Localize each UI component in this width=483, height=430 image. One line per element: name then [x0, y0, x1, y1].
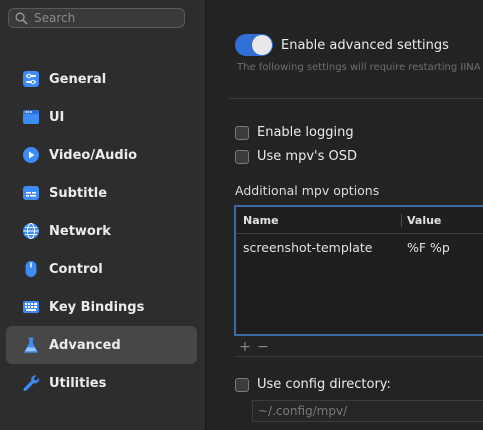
option-value-cell[interactable]: %F %p: [402, 240, 450, 255]
sidebar-item-label: Control: [49, 261, 103, 277]
use-config-dir-row[interactable]: Use config directory:: [235, 377, 391, 392]
mpv-options-label: Additional mpv options: [235, 183, 380, 198]
config-dir-input[interactable]: [258, 404, 478, 418]
use-mpv-osd-checkbox[interactable]: [235, 149, 249, 164]
option-name-cell[interactable]: screenshot-template: [236, 240, 402, 255]
sidebar-item-ui[interactable]: UI: [0, 98, 206, 136]
divider: [229, 98, 483, 99]
enable-advanced-toggle[interactable]: [235, 34, 273, 56]
use-mpv-osd-row[interactable]: Use mpv's OSD: [235, 149, 357, 164]
mpv-options-table[interactable]: Name Value screenshot-template %F %p: [234, 205, 483, 336]
sidebar-item-label: Network: [49, 223, 111, 239]
control-icon: [22, 260, 40, 278]
use-mpv-osd-label: Use mpv's OSD: [257, 149, 358, 164]
subtitle-icon: [22, 184, 40, 202]
sidebar-nav: General UI Video/Audio Subtitle Network: [0, 60, 206, 402]
column-header-value[interactable]: Value: [402, 214, 441, 227]
use-config-dir-label: Use config directory:: [257, 377, 391, 392]
sidebar-item-label: Utilities: [49, 375, 107, 391]
sidebar-item-general[interactable]: General: [0, 60, 206, 98]
utilities-icon: [22, 374, 40, 392]
network-icon: [22, 222, 40, 240]
sidebar: General UI Video/Audio Subtitle Network: [0, 0, 206, 430]
sidebar-item-subtitle[interactable]: Subtitle: [0, 174, 206, 212]
sidebar-item-control[interactable]: Control: [0, 250, 206, 288]
sidebar-item-video-audio[interactable]: Video/Audio: [0, 136, 206, 174]
sidebar-item-label: Advanced: [49, 337, 121, 353]
sidebar-item-network[interactable]: Network: [0, 212, 206, 250]
sidebar-item-label: General: [49, 71, 107, 87]
sidebar-item-label: Key Bindings: [49, 299, 145, 315]
search-icon: [15, 12, 28, 24]
sidebar-item-label: UI: [49, 109, 65, 125]
config-dir-field[interactable]: [252, 400, 483, 422]
sidebar-item-utilities[interactable]: Utilities: [0, 364, 206, 402]
general-icon: [22, 70, 40, 88]
key-bindings-icon: [22, 298, 40, 316]
column-header-name[interactable]: Name: [236, 213, 402, 227]
ui-icon: [22, 108, 40, 126]
advanced-icon: [22, 336, 40, 354]
add-option-button[interactable]: +: [236, 340, 254, 354]
enable-logging-checkbox[interactable]: [235, 125, 249, 140]
remove-option-button[interactable]: −: [254, 340, 272, 354]
sidebar-item-key-bindings[interactable]: Key Bindings: [0, 288, 206, 326]
enable-advanced-label: Enable advanced settings: [281, 37, 449, 53]
advanced-settings-pane: Enable advanced settings The following s…: [207, 0, 483, 430]
search-field[interactable]: [8, 8, 185, 28]
sidebar-item-label: Subtitle: [49, 185, 108, 201]
video-audio-icon: [22, 146, 40, 164]
enable-logging-label: Enable logging: [257, 125, 354, 140]
toggle-knob: [252, 35, 272, 55]
table-row[interactable]: screenshot-template %F %p: [236, 234, 483, 260]
search-input[interactable]: [34, 11, 174, 25]
enable-logging-row[interactable]: Enable logging: [235, 125, 354, 140]
sidebar-item-label: Video/Audio: [49, 147, 138, 163]
use-config-dir-checkbox[interactable]: [235, 377, 249, 392]
table-header: Name Value: [236, 207, 483, 234]
advanced-toggle-row: Enable advanced settings: [235, 34, 449, 56]
table-actions: + −: [236, 337, 483, 357]
restart-note: The following settings will require rest…: [237, 62, 481, 73]
sidebar-item-advanced[interactable]: Advanced: [6, 326, 197, 364]
